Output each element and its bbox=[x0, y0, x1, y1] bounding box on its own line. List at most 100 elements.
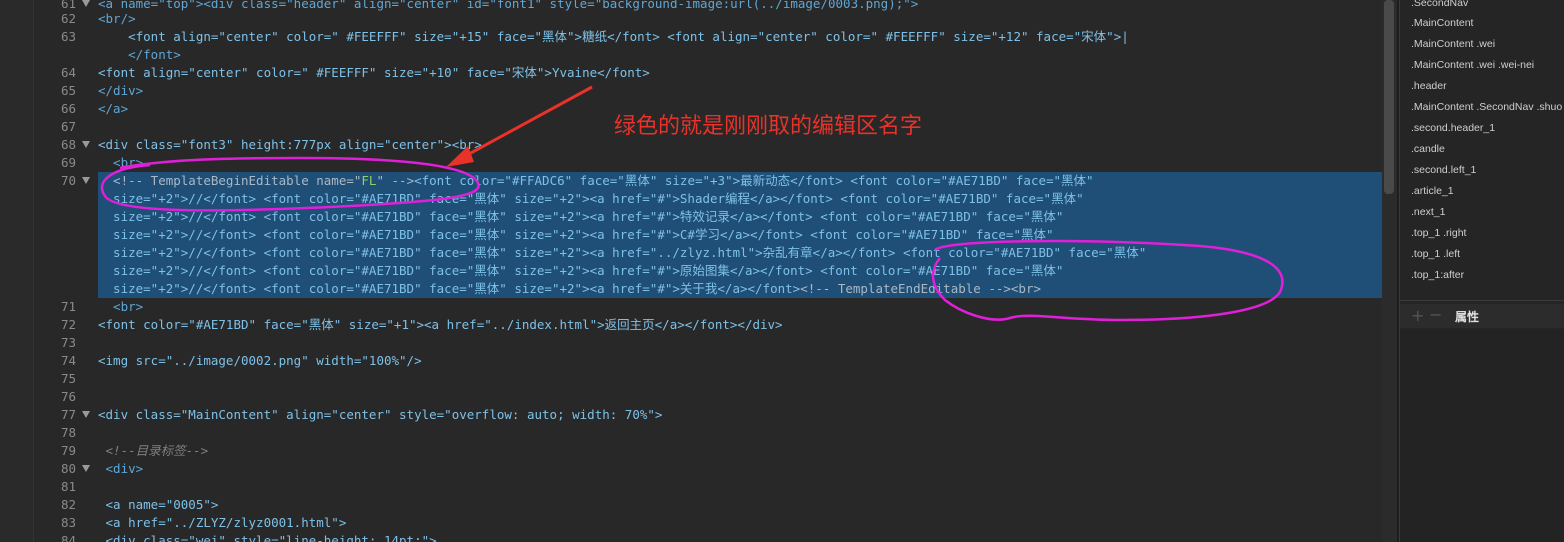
code-line-selected[interactable]: size="+2">//</font> <font color="#AE71BD… bbox=[34, 262, 1397, 280]
code-text: <div> bbox=[98, 461, 144, 476]
code-line[interactable]: 76 bbox=[34, 388, 1397, 406]
line-number: 76 bbox=[60, 389, 76, 404]
code-text: size="+2">//</font> <font color="#AE71BD… bbox=[98, 245, 1147, 260]
code-line-selected[interactable]: size="+2">//</font> <font color="#AE71BD… bbox=[34, 244, 1397, 262]
code-line[interactable]: 78 bbox=[34, 424, 1397, 442]
css-selector-item[interactable]: .MainContent .wei .wei-nei bbox=[1411, 56, 1563, 74]
line-number: 84 bbox=[60, 533, 76, 542]
line-number: 63 bbox=[60, 29, 76, 44]
code-text: <font align="center" color=" #FEEFFF" si… bbox=[98, 29, 1129, 44]
remove-property-icon[interactable]: − bbox=[1429, 305, 1442, 324]
code-line[interactable]: 69 <br> bbox=[34, 154, 1397, 172]
code-line-selected[interactable]: size="+2">//</font> <font color="#AE71BD… bbox=[34, 226, 1397, 244]
add-property-icon[interactable]: + bbox=[1411, 306, 1424, 325]
css-selector-item[interactable]: .SecondNav bbox=[1411, 0, 1563, 12]
code-text: <div class="wei" style="line-height: 14p… bbox=[98, 533, 437, 542]
code-text: size="+2">//</font> <font color="#AE71BD… bbox=[98, 191, 1084, 206]
code-line[interactable]: 64 <font align="center" color=" #FEEFFF"… bbox=[34, 64, 1397, 82]
line-number: 80 bbox=[60, 461, 76, 476]
code-line[interactable]: 62 <br/> bbox=[34, 10, 1397, 28]
line-number: 70 bbox=[60, 173, 76, 188]
css-selector-item[interactable]: .second.left_1 bbox=[1411, 161, 1563, 179]
css-selector-item[interactable]: .MainContent .SecondNav .shuo bbox=[1411, 98, 1563, 116]
fold-arrow-icon[interactable] bbox=[82, 411, 90, 418]
code-line[interactable]: 65 </div> bbox=[34, 82, 1397, 100]
code-line[interactable]: 73 bbox=[34, 334, 1397, 352]
panel-divider bbox=[1400, 300, 1564, 301]
css-selector-item[interactable]: .top_1 .left bbox=[1411, 245, 1563, 263]
code-editor[interactable]: 61 <a name="top"><div class="header" ali… bbox=[34, 0, 1397, 542]
css-selector-item[interactable]: .MainContent bbox=[1411, 14, 1563, 32]
code-text: <br> bbox=[98, 299, 144, 314]
code-line-selected[interactable]: 70 <!-- TemplateBeginEditable name="FL" … bbox=[34, 172, 1397, 190]
code-line[interactable]: 82 <a name="0005"> bbox=[34, 496, 1397, 514]
code-line[interactable]: 80 <div> bbox=[34, 460, 1397, 478]
line-number: 74 bbox=[60, 353, 76, 368]
code-text: <font color="#AE71BD" face="黑体" size="+1… bbox=[98, 317, 783, 332]
line-number: 82 bbox=[60, 497, 76, 512]
left-gutter-strip bbox=[0, 0, 34, 542]
code-line-selected[interactable]: size="+2">//</font> <font color="#AE71BD… bbox=[34, 208, 1397, 226]
code-line[interactable]: 84 <div class="wei" style="line-height: … bbox=[34, 532, 1397, 542]
code-text: <img src="../image/0002.png" width="100%… bbox=[98, 353, 422, 368]
code-line[interactable]: 75 bbox=[34, 370, 1397, 388]
code-line[interactable]: 71 <br> bbox=[34, 298, 1397, 316]
code-line-selected[interactable]: size="+2">//</font> <font color="#AE71BD… bbox=[34, 280, 1397, 298]
line-number: 77 bbox=[60, 407, 76, 422]
code-text: size="+2">//</font> <font color="#AE71BD… bbox=[98, 280, 1041, 298]
annotation-text: 绿色的就是刚刚取的编辑区名字 bbox=[614, 114, 923, 139]
css-styles-panel: .SecondNav .MainContent .MainContent .we… bbox=[1399, 0, 1564, 542]
line-number: 79 bbox=[60, 443, 76, 458]
line-number: 81 bbox=[60, 479, 76, 494]
code-text: </font> bbox=[98, 47, 181, 62]
line-number: 69 bbox=[60, 155, 76, 170]
css-selector-item[interactable]: .MainContent .wei bbox=[1411, 35, 1563, 53]
code-text: <a name="0005"> bbox=[98, 497, 219, 512]
code-text: size="+2">//</font> <font color="#AE71BD… bbox=[98, 263, 1064, 278]
code-text: size="+2">//</font> <font color="#AE71BD… bbox=[98, 227, 1054, 242]
css-selector-item[interactable]: .article_1 bbox=[1411, 182, 1563, 200]
properties-title: 属性 bbox=[1455, 310, 1480, 324]
fold-arrow-icon[interactable] bbox=[82, 141, 90, 148]
template-end-comment: <!-- TemplateEndEditable --><br> bbox=[800, 281, 1042, 296]
code-line[interactable]: </font> bbox=[34, 46, 1397, 64]
code-line[interactable]: 79 <!--目录标签--> bbox=[34, 442, 1397, 460]
code-text: <font align="center" color=" #FEEFFF" si… bbox=[98, 65, 650, 80]
template-begin-comment: <!-- TemplateBeginEditable name=" bbox=[98, 173, 362, 188]
code-line[interactable]: 72 <font color="#AE71BD" face="黑体" size=… bbox=[34, 316, 1397, 334]
fold-arrow-icon[interactable] bbox=[82, 177, 90, 184]
properties-header: + − 属性 bbox=[1400, 304, 1564, 328]
line-number: 73 bbox=[60, 335, 76, 350]
code-line[interactable]: 74 <img src="../image/0002.png" width="1… bbox=[34, 352, 1397, 370]
code-comment: <!--目录标签--> bbox=[98, 443, 209, 458]
css-selector-item[interactable]: .candle bbox=[1411, 140, 1563, 158]
code-text-part: size="+2">//</font> <font color="#AE71BD… bbox=[98, 281, 801, 296]
fold-arrow-icon[interactable] bbox=[82, 465, 90, 472]
code-text: <br> bbox=[98, 155, 144, 170]
code-text: <font color="#FFADC6" face="黑体" size="+3… bbox=[414, 173, 1094, 188]
line-number: 72 bbox=[60, 317, 76, 332]
line-number: 62 bbox=[60, 11, 76, 26]
css-selector-item[interactable]: .next_1 bbox=[1411, 203, 1563, 221]
code-line[interactable]: 63 <font align="center" color=" #FEEFFF"… bbox=[34, 28, 1397, 46]
editor-scrollbar-thumb[interactable] bbox=[1384, 0, 1394, 194]
code-text: <div class="MainContent" align="center" … bbox=[98, 407, 663, 422]
code-text: size="+2">//</font> <font color="#AE71BD… bbox=[98, 209, 1064, 224]
css-selector-item[interactable]: .header bbox=[1411, 77, 1563, 95]
template-begin-comment-end: " --> bbox=[376, 173, 415, 188]
code-line[interactable]: 81 bbox=[34, 478, 1397, 496]
code-text: <div class="font3" height:777px align="c… bbox=[98, 137, 482, 152]
code-line[interactable]: 83 <a href="../ZLYZ/zlyz0001.html"> bbox=[34, 514, 1397, 532]
editable-region-name: FL bbox=[361, 173, 377, 188]
line-number: 71 bbox=[60, 299, 76, 314]
line-number: 65 bbox=[60, 83, 76, 98]
css-selector-item[interactable]: .top_1:after bbox=[1411, 266, 1563, 284]
line-number: 83 bbox=[60, 515, 76, 530]
code-line[interactable]: 77 <div class="MainContent" align="cente… bbox=[34, 406, 1397, 424]
line-number: 64 bbox=[60, 65, 76, 80]
css-selector-item[interactable]: .second.header_1 bbox=[1411, 119, 1563, 137]
line-number: 66 bbox=[60, 101, 76, 116]
fold-arrow-icon[interactable] bbox=[82, 0, 90, 7]
css-selector-item[interactable]: .top_1 .right bbox=[1411, 224, 1563, 242]
code-line-selected[interactable]: size="+2">//</font> <font color="#AE71BD… bbox=[34, 190, 1397, 208]
